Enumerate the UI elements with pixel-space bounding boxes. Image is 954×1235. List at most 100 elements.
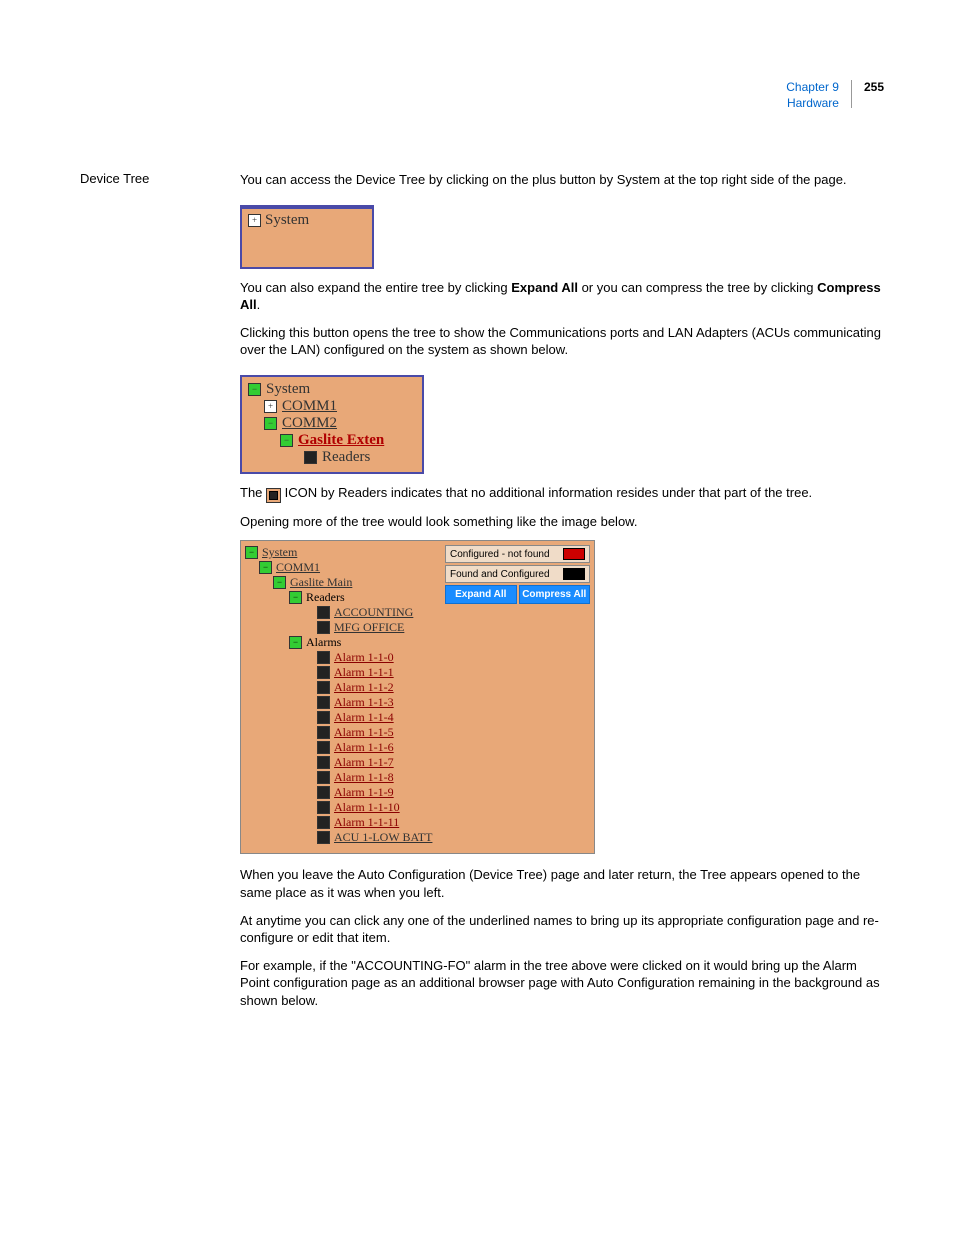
fig2-comm2-link[interactable]: COMM2: [282, 415, 337, 432]
fig3-button-row: Expand All Compress All: [445, 585, 590, 604]
fig3-system-link[interactable]: System: [262, 545, 297, 560]
fig3-alarm-row: Alarm 1-1-9: [245, 785, 441, 800]
fig3-system-row: − System: [245, 545, 441, 560]
fig3-alarm-link[interactable]: Alarm 1-1-6: [334, 740, 394, 755]
legend-swatch-red: [563, 548, 585, 560]
p2-text-e: .: [257, 297, 261, 312]
fig3-alarm-row: Alarm 1-1-10: [245, 800, 441, 815]
paragraph-2: You can also expand the entire tree by c…: [240, 279, 884, 314]
fig3-alarm-link[interactable]: Alarm 1-1-4: [334, 710, 394, 725]
fig2-comm1-link[interactable]: COMM1: [282, 398, 337, 415]
fig3-alarm-link[interactable]: Alarm 1-1-2: [334, 680, 394, 695]
paragraph-3: Clicking this button opens the tree to s…: [240, 324, 884, 359]
figure-tree-expanded: − System − COMM1 − Gaslite Main −: [240, 540, 595, 854]
fig3-acu-row: ACU 1-LOW BATT: [245, 830, 441, 845]
fig2-readers-row: Readers: [248, 449, 416, 466]
minus-icon[interactable]: −: [280, 434, 293, 447]
p4-a: The: [240, 485, 266, 500]
minus-icon[interactable]: −: [289, 636, 302, 649]
minus-icon[interactable]: −: [245, 546, 258, 559]
fig3-alarm-row: Alarm 1-1-11: [245, 815, 441, 830]
leaf-icon: [317, 651, 330, 664]
fig3-accounting-link[interactable]: ACCOUNTING: [334, 605, 413, 620]
fig3-mfg-row: MFG OFFICE: [245, 620, 441, 635]
legend-configured: Found and Configured: [445, 565, 590, 583]
header-inner: Chapter 9 Hardware 255: [786, 80, 884, 111]
minus-icon[interactable]: −: [248, 383, 261, 396]
plus-icon[interactable]: +: [248, 214, 261, 227]
fig3-alarm-link[interactable]: Alarm 1-1-5: [334, 725, 394, 740]
expand-all-button[interactable]: Expand All: [445, 585, 517, 604]
fig3-alarms-row: − Alarms: [245, 635, 441, 650]
fig3-alarm-link[interactable]: Alarm 1-1-7: [334, 755, 394, 770]
fig2-gaslite-link[interactable]: Gaslite Exten: [298, 432, 384, 449]
leaf-icon: [317, 726, 330, 739]
leaf-icon: [317, 621, 330, 634]
fig3-alarm-link[interactable]: Alarm 1-1-10: [334, 800, 400, 815]
fig1-system-label: System: [265, 212, 309, 229]
margin-section-label: Device Tree: [80, 171, 200, 1019]
fig3-alarm-row: Alarm 1-1-6: [245, 740, 441, 755]
fig2-inner: − System + COMM1 − COMM2 − Gaslite Exten: [242, 377, 422, 472]
fig3-alarm-list: Alarm 1-1-0 Alarm 1-1-1 Alarm 1-1-2 Alar…: [245, 650, 441, 830]
paragraph-7: At anytime you can click any one of the …: [240, 912, 884, 947]
fig2-comm2-row: − COMM2: [248, 415, 416, 432]
fig3-gaslite-link[interactable]: Gaslite Main: [290, 575, 352, 590]
fig3-alarm-row: Alarm 1-1-5: [245, 725, 441, 740]
fig3-acu-link[interactable]: ACU 1-LOW BATT: [334, 830, 432, 845]
leaf-icon: [317, 606, 330, 619]
leaf-icon: [317, 681, 330, 694]
fig3-alarm-row: Alarm 1-1-1: [245, 665, 441, 680]
figure-tree-partial: − System + COMM1 − COMM2 − Gaslite Exten: [240, 375, 424, 474]
p2-expand-all: Expand All: [511, 280, 578, 295]
fig3-alarm-link[interactable]: Alarm 1-1-11: [334, 815, 399, 830]
legend2-label: Found and Configured: [450, 569, 550, 580]
minus-icon[interactable]: −: [259, 561, 272, 574]
minus-icon[interactable]: −: [264, 417, 277, 430]
p2-text-c: or you can compress the tree by clicking: [578, 280, 817, 295]
plus-icon[interactable]: +: [264, 400, 277, 413]
leaf-icon: [317, 741, 330, 754]
fig3-accounting-row: ACCOUNTING: [245, 605, 441, 620]
fig3-alarm-link[interactable]: Alarm 1-1-8: [334, 770, 394, 785]
fig2-readers-label: Readers: [322, 449, 370, 466]
fig3-alarm-link[interactable]: Alarm 1-1-0: [334, 650, 394, 665]
fig1-row: + System: [242, 209, 372, 232]
leaf-icon: [317, 831, 330, 844]
fig3-alarm-link[interactable]: Alarm 1-1-3: [334, 695, 394, 710]
legend1-label: Configured - not found: [450, 549, 550, 560]
minus-icon[interactable]: −: [289, 591, 302, 604]
leaf-icon: [317, 786, 330, 799]
fig3-alarm-link[interactable]: Alarm 1-1-1: [334, 665, 394, 680]
leaf-icon: [317, 801, 330, 814]
leaf-icon: [317, 666, 330, 679]
fig2-gaslite-row: − Gaslite Exten: [248, 432, 416, 449]
section-label-header: Hardware: [786, 96, 839, 112]
content-row: Device Tree You can access the Device Tr…: [80, 171, 884, 1019]
leaf-icon: [317, 756, 330, 769]
header-chapter-block: Chapter 9 Hardware: [786, 80, 839, 111]
fig3-readers-label: Readers: [306, 590, 345, 605]
fig3-alarm-row: Alarm 1-1-0: [245, 650, 441, 665]
legend-not-found: Configured - not found: [445, 545, 590, 563]
header-divider: [851, 80, 852, 108]
legend-swatch-black: [563, 568, 585, 580]
fig3-comm1-row: − COMM1: [245, 560, 441, 575]
fig2-comm1-row: + COMM1: [248, 398, 416, 415]
compress-all-button[interactable]: Compress All: [519, 585, 591, 604]
document-page: Chapter 9 Hardware 255 Device Tree You c…: [0, 0, 954, 1079]
leaf-icon-inline: [266, 488, 281, 503]
fig3-alarm-link[interactable]: Alarm 1-1-9: [334, 785, 394, 800]
paragraph-5: Opening more of the tree would look some…: [240, 513, 884, 531]
fig3-alarm-row: Alarm 1-1-8: [245, 770, 441, 785]
fig3-mfg-link[interactable]: MFG OFFICE: [334, 620, 404, 635]
fig3-gaslite-row: − Gaslite Main: [245, 575, 441, 590]
paragraph-8: For example, if the "ACCOUNTING-FO" alar…: [240, 957, 884, 1010]
fig3-readers-row: − Readers: [245, 590, 441, 605]
fig3-comm1-link[interactable]: COMM1: [276, 560, 320, 575]
minus-icon[interactable]: −: [273, 576, 286, 589]
page-header: Chapter 9 Hardware 255: [80, 80, 884, 111]
fig3-side-panel: Configured - not found Found and Configu…: [445, 541, 594, 853]
leaf-icon: [317, 711, 330, 724]
fig3-alarm-row: Alarm 1-1-2: [245, 680, 441, 695]
